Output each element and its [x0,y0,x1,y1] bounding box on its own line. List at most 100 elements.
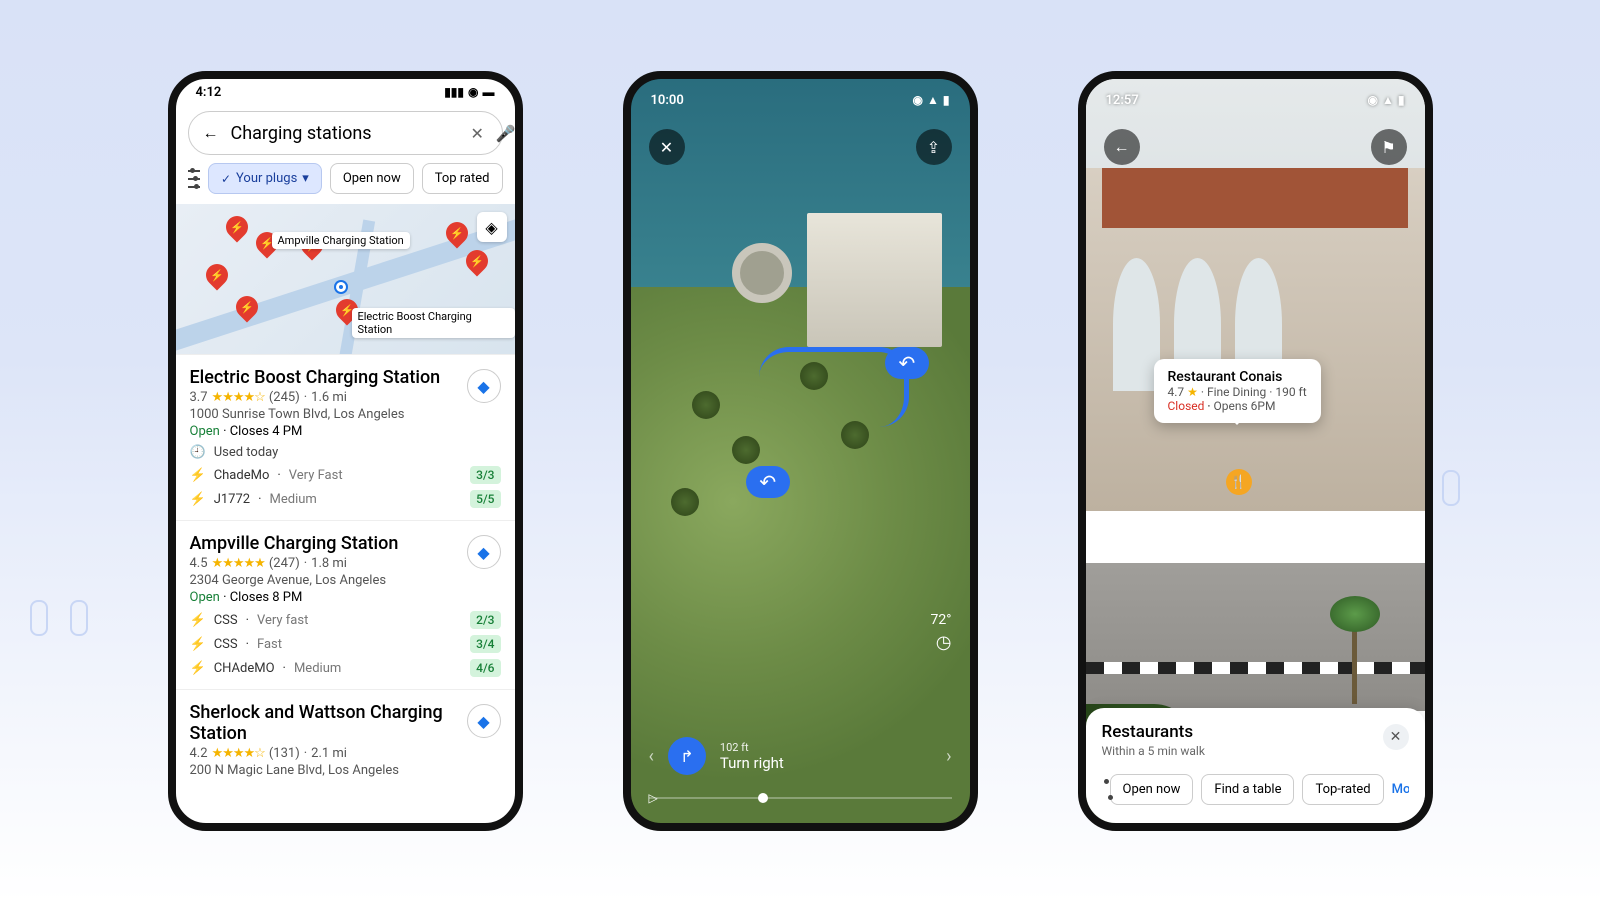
plug-row: ⚡CSS·Very fast 2/3 [190,611,501,629]
feedback-button[interactable]: ⚑ [1371,129,1407,165]
open-status: Open [190,424,220,439]
review-count: (247) [269,556,300,571]
signal-icon: ▲ [1382,93,1394,107]
distance: 1.8 mi [311,556,347,571]
restaurant-pin-icon[interactable]: 🍴 [1226,469,1252,495]
map-label-2[interactable]: Electric Boost Charging Station [352,308,515,338]
stars-icon: ★★★★★ [212,556,265,571]
directions-icon: ◆ [477,712,489,731]
back-arrow-icon[interactable]: ← [203,123,219,143]
availability-badge: 4/6 [470,659,500,677]
availability-badge: 2/3 [470,611,500,629]
chip-top-rated[interactable]: Top rated [422,163,503,194]
map-view[interactable]: Ampville Charging Station Electric Boost… [176,204,515,354]
closes-at: Closes 4 PM [230,424,303,439]
route-arrow-icon: ↶ [746,466,790,498]
plug-row: ⚡CHAdeMO·Medium 4/6 [190,659,501,677]
timeline-scrubber[interactable] [649,797,952,799]
chip-find-table[interactable]: Find a table [1201,774,1294,805]
chip-your-plugs[interactable]: Your plugs ▾ [208,163,322,194]
share-button[interactable]: ⇪ [916,129,952,165]
sheet-close-button[interactable]: ✕ [1383,724,1409,750]
plug-speed: Very Fast [289,468,343,483]
restaurant-tooltip[interactable]: Restaurant Conais 4.7 ★ · Fine Dining · … [1154,359,1321,423]
plug-speed: Fast [257,637,282,652]
status-time: 10:00 [651,93,684,108]
result-item[interactable]: ◆ Ampville Charging Station 4.5 ★★★★★ (2… [176,520,515,689]
plug-row: ⚡CSS·Fast 3/4 [190,635,501,653]
tooltip-status: Closed [1168,399,1205,413]
address: 2304 George Avenue, Los Angeles [190,573,501,588]
nav-text: Turn right [720,754,784,772]
directions-button[interactable]: ◆ [467,535,501,569]
aerial-view[interactable]: ↶ ↶ [631,79,970,823]
play-button[interactable]: ▷ [649,791,658,805]
weather-widget: 72° ◷ [931,612,952,653]
result-name: Ampville Charging Station [190,533,501,554]
search-input[interactable] [231,123,459,144]
close-icon: ✕ [660,138,673,157]
bottom-sheet[interactable]: Restaurants Within a 5 min walk ✕ Open n… [1086,708,1425,823]
address: 1000 Sunrise Town Blvd, Los Angeles [190,407,501,422]
mic-icon[interactable]: 🎤 [496,124,516,143]
play-icon: ▷ [649,791,658,805]
map-label-1[interactable]: Ampville Charging Station [272,232,410,249]
phone-immersive-nav: ↶ ↶ 10:00 ◉ ▲ ▮ ✕ ⇪ 72° ◷ ‹ ↱ 102 ft Tur… [623,71,978,831]
signal-icon: ▮▮▮ [444,85,464,99]
chevron-right-icon[interactable]: › [946,746,951,767]
chip-label: Your plugs [236,171,297,186]
chip-open-now[interactable]: Open now [330,163,414,194]
result-item[interactable]: ◆ Sherlock and Wattson Charging Station … [176,689,515,790]
tooltip-rating: 4.7 [1168,385,1185,399]
used-today: Used today [214,445,279,460]
more-link[interactable]: More [1392,782,1409,797]
clear-icon[interactable]: ✕ [471,124,484,143]
status-time: 12:57 [1106,93,1139,108]
plug-type: ChadeMo [214,468,270,483]
tooltip-distance: 190 ft [1275,385,1306,399]
status-time: 4:12 [196,85,222,100]
plug-type: CSS [214,637,238,652]
bolt-icon: ⚡ [190,492,206,507]
wifi-icon: ◉ [468,85,478,99]
directions-button[interactable]: ◆ [467,704,501,738]
battery-icon: ▮ [943,93,950,107]
close-button[interactable]: ✕ [649,129,685,165]
back-button[interactable]: ← [1104,129,1140,165]
address: 200 N Magic Lane Blvd, Los Angeles [190,763,501,778]
bolt-icon: ⚡ [190,468,206,483]
close-icon: ✕ [1390,729,1402,745]
search-bar[interactable]: ← ✕ 🎤 [188,111,503,155]
rating-value: 4.2 [190,746,208,761]
bolt-icon: ⚡ [190,661,206,676]
tune-icon[interactable] [188,170,200,188]
tooltip-name: Restaurant Conais [1168,369,1307,385]
chevron-left-icon[interactable]: ‹ [649,746,654,767]
sheet-subtitle: Within a 5 min walk [1102,744,1409,758]
availability-badge: 5/5 [470,490,500,508]
back-arrow-icon: ← [1114,137,1130,157]
route-arrow-icon: ↶ [885,347,929,379]
distance: 2.1 mi [311,746,347,761]
availability-badge: 3/3 [470,466,500,484]
result-item[interactable]: ◆ Electric Boost Charging Station 3.7 ★★… [176,354,515,520]
share-icon: ⇪ [927,138,940,157]
status-icons: ◉ ▲ ▮ [1368,93,1405,107]
status-bar: 10:00 ◉ ▲ ▮ [631,87,970,113]
results-list: ◆ Electric Boost Charging Station 3.7 ★★… [176,354,515,790]
chip-top-rated[interactable]: Top-rated [1302,774,1383,805]
directions-button[interactable]: ◆ [467,369,501,403]
star-icon: ★ [1187,385,1198,399]
stars-icon: ★★★★☆ [212,390,265,405]
dropdown-icon: ▾ [302,171,309,186]
chip-open-now[interactable]: Open now [1110,774,1194,805]
bolt-icon: ⚡ [190,613,206,628]
plug-type: J1772 [214,492,250,507]
nav-distance: 102 ft [720,741,784,754]
time-toggle-icon[interactable]: ◷ [931,632,952,653]
status-bar: 4:12 ▮▮▮ ◉ ▬ [176,79,515,105]
distance: 1.6 mi [311,390,347,405]
layers-button[interactable]: ◈ [477,212,507,242]
plug-speed: Medium [270,492,317,507]
plug-row: ⚡J1772·Medium 5/5 [190,490,501,508]
